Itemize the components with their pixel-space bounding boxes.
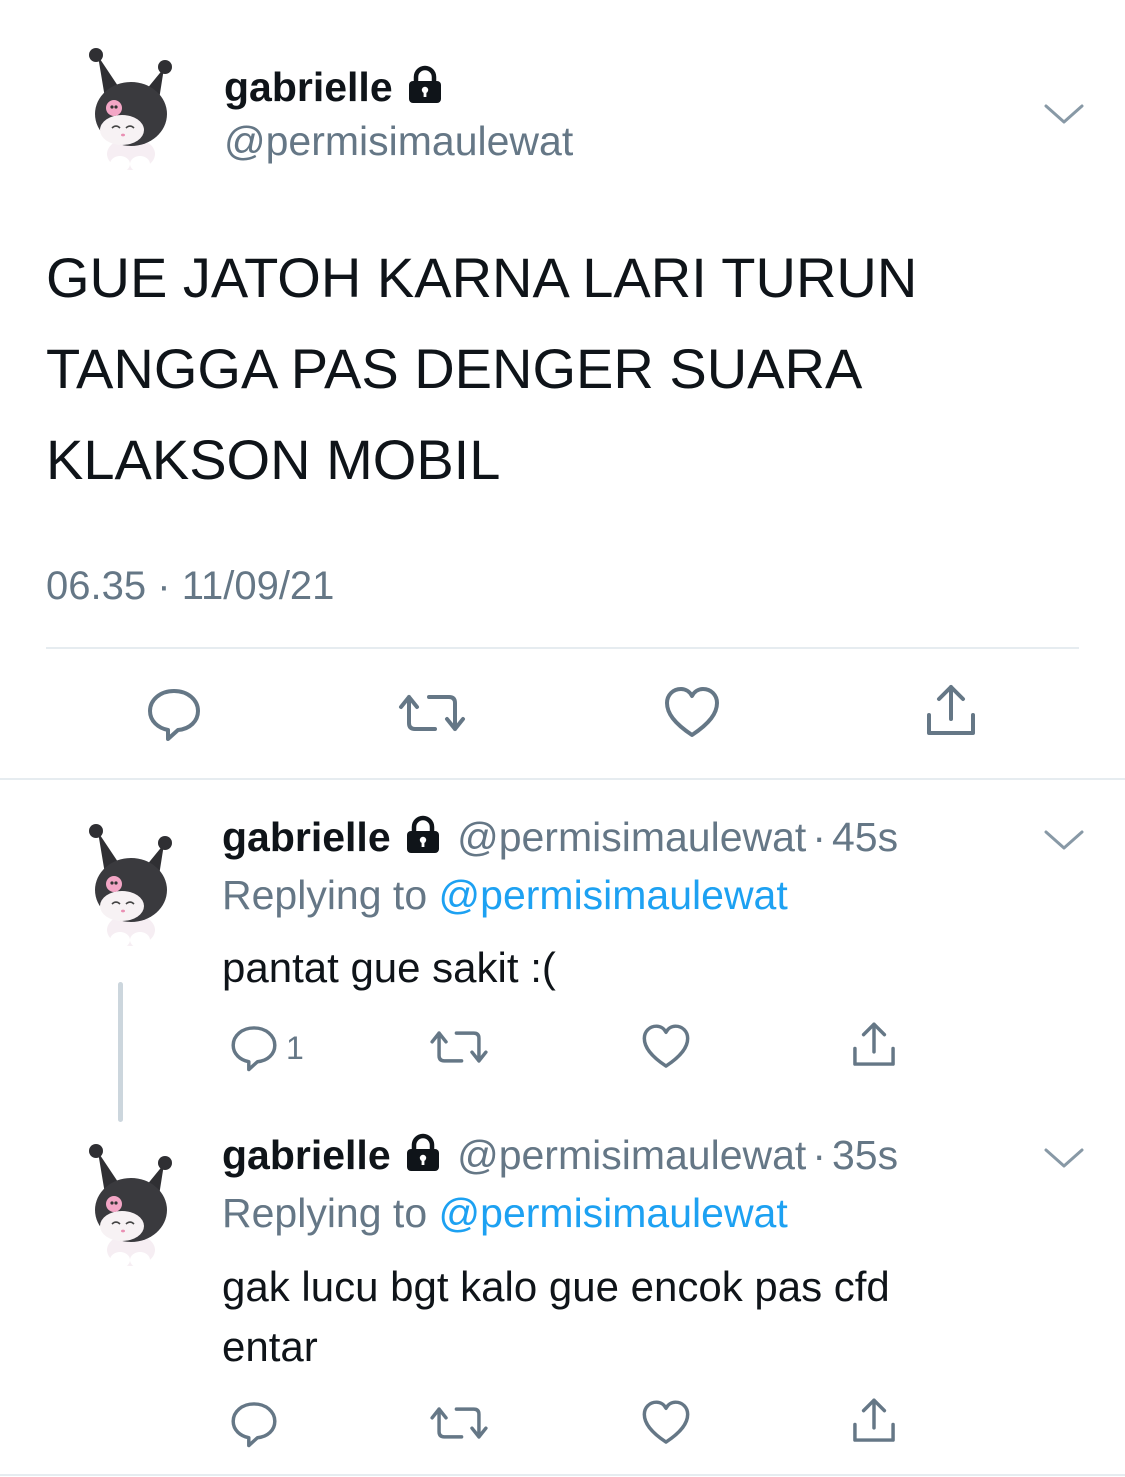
retweet-icon[interactable] bbox=[428, 1397, 490, 1449]
lock-icon bbox=[405, 65, 445, 105]
replying-to: Replying to @permisimaulewat bbox=[222, 872, 788, 919]
author-handle[interactable]: @permisimaulewat bbox=[224, 118, 573, 165]
heart-icon[interactable] bbox=[662, 683, 722, 743]
reply-icon[interactable] bbox=[228, 1021, 280, 1073]
share-icon[interactable] bbox=[848, 1395, 900, 1447]
tweet-date: 11/09/21 bbox=[181, 564, 335, 608]
author-handle[interactable]: @permisimaulewat bbox=[457, 1132, 806, 1178]
reply-text: pantat gue sakit :( bbox=[222, 938, 1022, 998]
replying-to-label: Replying to bbox=[222, 1190, 428, 1236]
author-name[interactable]: gabrielle bbox=[222, 814, 391, 860]
meta-separator: · bbox=[157, 564, 171, 608]
share-icon[interactable] bbox=[848, 1019, 900, 1071]
divider bbox=[0, 1474, 1125, 1476]
divider bbox=[0, 778, 1125, 780]
author-name[interactable]: gabrielle bbox=[222, 1132, 391, 1178]
reply-text-line: pantat gue sakit :( bbox=[222, 944, 556, 991]
retweet-icon[interactable] bbox=[397, 683, 467, 743]
reply-icon[interactable] bbox=[144, 683, 204, 743]
reply-time[interactable]: 45s bbox=[832, 814, 898, 860]
reply-header: gabrielle @permisimaulewat · 35s bbox=[222, 1132, 1085, 1179]
thread-line bbox=[118, 982, 123, 1122]
lock-icon bbox=[403, 1133, 443, 1173]
replying-to-label: Replying to bbox=[222, 872, 428, 918]
lock-icon bbox=[403, 815, 443, 855]
replying-to-handle[interactable]: @permisimaulewat bbox=[439, 872, 788, 918]
author-handle[interactable]: @permisimaulewat bbox=[457, 814, 806, 860]
tweet-text-line: KLAKSON MOBIL bbox=[46, 428, 501, 491]
meta-separator: · bbox=[812, 814, 826, 860]
reply-text: gak lucu bgt kalo gue encok pas cfd enta… bbox=[222, 1257, 1022, 1377]
tweet-text: GUE JATOH KARNA LARI TURUN TANGGA PAS DE… bbox=[46, 232, 1046, 505]
heart-icon[interactable] bbox=[640, 1397, 692, 1449]
heart-icon[interactable] bbox=[640, 1021, 692, 1073]
tweet-text-line: TANGGA PAS DENGER SUARA bbox=[46, 337, 863, 400]
tweet-time: 06.35 bbox=[46, 564, 147, 608]
chevron-down-icon[interactable] bbox=[1042, 98, 1086, 128]
replying-to-handle[interactable]: @permisimaulewat bbox=[439, 1190, 788, 1236]
author-name-text: gabrielle bbox=[224, 64, 393, 110]
chevron-down-icon[interactable] bbox=[1042, 824, 1086, 854]
replying-to: Replying to @permisimaulewat bbox=[222, 1190, 788, 1237]
chevron-down-icon[interactable] bbox=[1042, 1142, 1086, 1172]
avatar[interactable] bbox=[76, 46, 186, 176]
tweet-text-line: GUE JATOH KARNA LARI TURUN bbox=[46, 246, 918, 309]
divider bbox=[46, 647, 1079, 649]
tweet-timestamp[interactable]: 06.35 · 11/09/21 bbox=[46, 564, 334, 609]
avatar[interactable] bbox=[76, 1142, 186, 1272]
reply-time[interactable]: 35s bbox=[832, 1132, 898, 1178]
share-icon[interactable] bbox=[921, 681, 981, 741]
reply-text-line: gak lucu bgt kalo gue encok pas cfd bbox=[222, 1263, 890, 1310]
retweet-icon[interactable] bbox=[428, 1021, 490, 1073]
reply-text-line: entar bbox=[222, 1323, 318, 1370]
meta-separator: · bbox=[812, 1132, 826, 1178]
author-name[interactable]: gabrielle bbox=[224, 64, 445, 111]
reply-count: 1 bbox=[286, 1030, 304, 1066]
reply-header: gabrielle @permisimaulewat · 45s bbox=[222, 814, 1085, 861]
avatar[interactable] bbox=[76, 822, 186, 952]
reply-icon[interactable] bbox=[228, 1397, 280, 1449]
